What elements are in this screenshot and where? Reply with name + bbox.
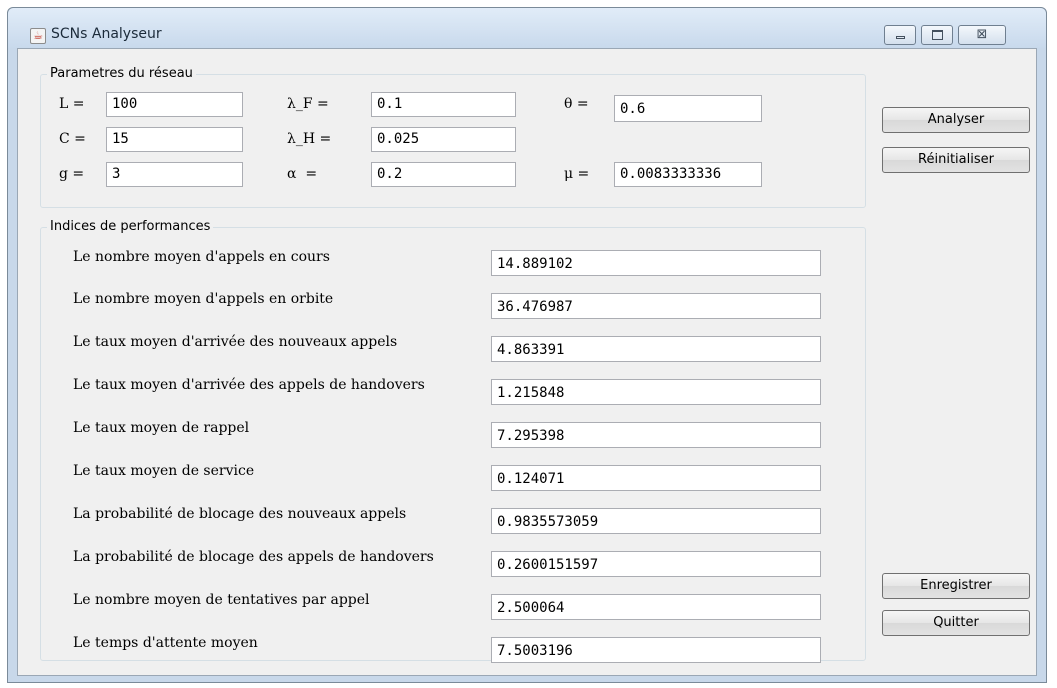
param-mu-label: μ = [564, 166, 590, 182]
param-theta-field[interactable]: 0.6 [614, 95, 762, 122]
main-panel: Parametres du réseau L = 100 C = 15 g = … [17, 48, 1037, 676]
param-C-label: C = [59, 131, 86, 147]
param-L-label: L = [59, 96, 85, 112]
param-theta-label: θ = [564, 96, 589, 112]
minimize-icon [896, 36, 905, 39]
param-lambda-F-field[interactable]: 0.1 [371, 92, 516, 117]
param-g-label: g = [59, 166, 85, 182]
perf-value-field[interactable]: 1.215848 [491, 379, 821, 405]
network-parameters-group: Parametres du réseau L = 100 C = 15 g = … [40, 66, 866, 208]
perf-value-field[interactable]: 7.295398 [491, 422, 821, 448]
perf-value-field[interactable]: 36.476987 [491, 293, 821, 319]
app-window: ☕ SCNs Analyseur ⊠ Parametres du réseau … [7, 7, 1047, 683]
param-g-field[interactable]: 3 [106, 162, 243, 187]
perf-value-field[interactable]: 0.124071 [491, 465, 821, 491]
param-lambda-H-label: λ_H = [287, 131, 332, 147]
perf-value-field[interactable]: 2.500064 [491, 594, 821, 620]
title-bar[interactable]: ☕ SCNs Analyseur ⊠ [8, 8, 1046, 48]
perf-value-field[interactable]: 14.889102 [491, 250, 821, 276]
perf-label: Le nombre moyen d'appels en orbite [73, 291, 334, 307]
quitter-button[interactable]: Quitter [882, 610, 1030, 636]
perf-label: Le taux moyen de rappel [73, 420, 250, 436]
minimize-button[interactable] [884, 25, 916, 45]
perf-label: Le nombre moyen de tentatives par appel [73, 592, 370, 608]
param-C-field[interactable]: 15 [106, 127, 243, 152]
window-title: SCNs Analyseur [51, 26, 162, 42]
param-mu-field[interactable]: 0.0083333336 [614, 162, 762, 187]
perf-value-field[interactable]: 0.9835573059 [491, 508, 821, 534]
maximize-button[interactable] [921, 25, 953, 45]
perf-label: Le nombre moyen d'appels en cours [73, 249, 330, 265]
maximize-icon [932, 30, 943, 40]
perf-label: Le taux moyen d'arrivée des appels de ha… [73, 377, 425, 393]
perf-label: Le taux moyen d'arrivée des nouveaux app… [73, 334, 398, 350]
close-button[interactable]: ⊠ [958, 25, 1006, 45]
performance-indices-group: Indices de performances Le nombre moyen … [40, 219, 866, 663]
param-alpha-label: α = [287, 166, 318, 182]
param-alpha-field[interactable]: 0.2 [371, 162, 516, 187]
param-lambda-H-field[interactable]: 0.025 [371, 127, 516, 152]
perf-label: Le temps d'attente moyen [73, 635, 258, 651]
perf-label: La probabilité de blocage des appels de … [73, 549, 434, 565]
perf-label: Le taux moyen de service [73, 463, 255, 479]
analyser-button[interactable]: Analyser [882, 107, 1030, 133]
close-icon: ⊠ [976, 27, 988, 42]
perf-value-field[interactable]: 4.863391 [491, 336, 821, 362]
perf-label: La probabilité de blocage des nouveaux a… [73, 506, 407, 522]
param-lambda-F-label: λ_F = [287, 96, 329, 112]
network-parameters-legend: Parametres du réseau [47, 66, 196, 81]
java-cup-icon: ☕ [30, 28, 46, 44]
reinitialiser-button[interactable]: Réinitialiser [882, 147, 1030, 173]
param-L-field[interactable]: 100 [106, 92, 243, 117]
enregistrer-button[interactable]: Enregistrer [882, 573, 1030, 599]
performance-indices-legend: Indices de performances [47, 219, 214, 234]
perf-value-field[interactable]: 0.2600151597 [491, 551, 821, 577]
perf-value-field[interactable]: 7.5003196 [491, 637, 821, 663]
